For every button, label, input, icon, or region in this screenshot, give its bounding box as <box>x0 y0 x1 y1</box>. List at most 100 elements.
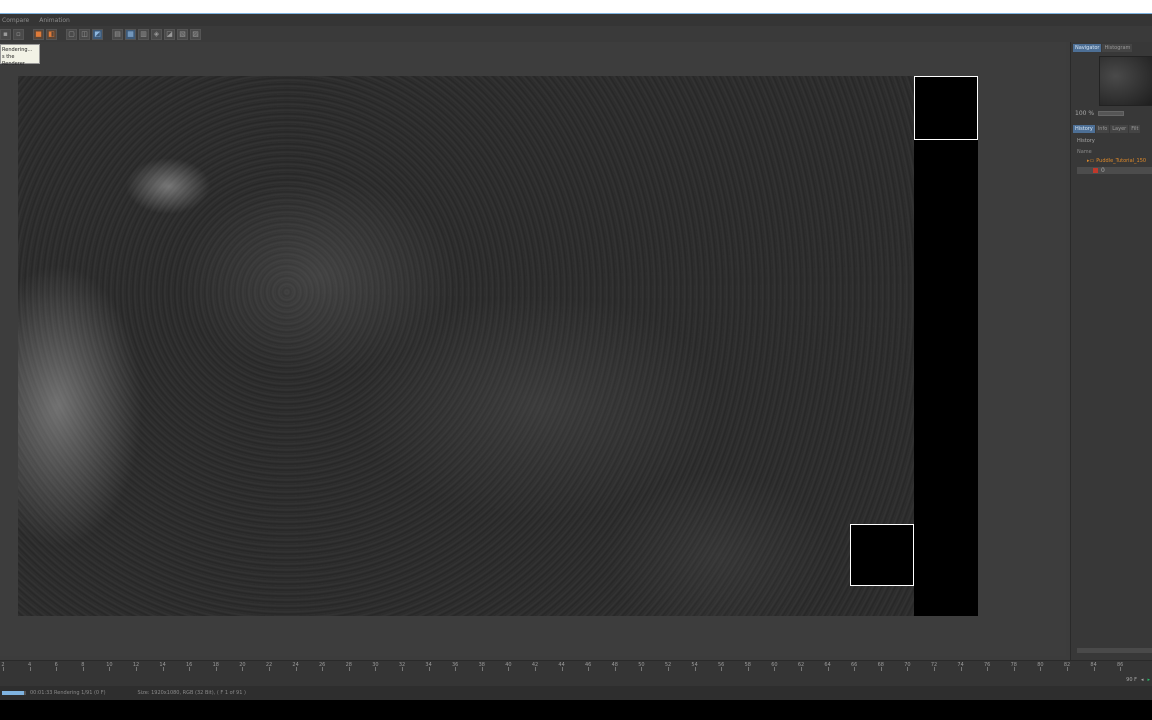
render-region-icon[interactable]: ◧ <box>46 28 57 40</box>
tab-filter[interactable]: Filt <box>1129 125 1141 133</box>
history-item[interactable]: ▸▭ Puddle_Tutorial_150 <box>1077 157 1152 164</box>
compare-icon[interactable]: ◩ <box>92 28 103 40</box>
rendered-image <box>18 76 914 616</box>
timeline-tick-label: 62 <box>797 662 805 668</box>
timeline-tick-label: 38 <box>478 662 485 668</box>
layout-icon[interactable]: ▨ <box>190 28 201 40</box>
timeline-tick-label: 76 <box>984 662 991 668</box>
save-icon[interactable]: ▫ <box>13 28 24 40</box>
timeline-tick-label: 34 <box>425 662 432 668</box>
timeline-tick-label: 84 <box>1090 662 1097 668</box>
timeline-tick-label: 6 <box>54 662 58 668</box>
timeline-tick-label: 64 <box>824 662 831 668</box>
tooltip: Rendering... s the Renderer <box>0 44 40 67</box>
timeline-tick-label: 12 <box>132 662 140 668</box>
panel-scrollbar[interactable] <box>1077 648 1152 653</box>
toolbar: ▪ ▫ ■ ◧ ▢ ◫ ◩ ▤ ▦ ▥ ◈ ◪ ▧ ▨ <box>0 26 1152 42</box>
timeline: 2 4 6 8 10 12 14 16 18 20 22 24 26 28 30 32 34 36 38 40 42 44… <box>0 660 1152 686</box>
timeline-tick-label: 16 <box>186 662 193 668</box>
zoom-value[interactable]: 100 % <box>1075 110 1094 117</box>
history-subitem[interactable]: 0 <box>1077 167 1152 174</box>
timeline-tick-label: 18 <box>212 662 219 668</box>
zoom-row: 100 % <box>1075 110 1125 117</box>
split-view-icon[interactable]: ▥ <box>138 28 149 40</box>
side-panel: Navigator Histogram 100 % History Info L… <box>1070 42 1152 660</box>
snapshot-icon[interactable]: ◫ <box>79 28 90 40</box>
timeline-tick-label: 56 <box>718 662 725 668</box>
timeline-tick-label: 66 <box>851 662 858 668</box>
render-status-icon <box>1093 168 1098 173</box>
tab-histogram[interactable]: Histogram <box>1102 44 1133 52</box>
tab-navigator[interactable]: Navigator <box>1073 44 1102 52</box>
timeline-tick-label: 42 <box>531 662 539 668</box>
menu-bar: Compare Animation <box>0 14 1152 26</box>
region-icon[interactable]: ◪ <box>164 28 175 40</box>
folder-icon: ▸▭ <box>1087 157 1095 164</box>
timeline-tick-label: 58 <box>744 662 751 668</box>
timeline-tick-label: 36 <box>452 662 459 668</box>
timeline-tick-label: 8 <box>81 662 85 668</box>
panel-top-tabs: Navigator Histogram <box>1071 42 1152 54</box>
timeline-ruler[interactable]: 2 4 6 8 10 12 14 16 18 20 22 24 26 28 30 32 34 36 38 40 42 44… <box>0 661 1152 675</box>
timeline-tick-label: 80 <box>1037 662 1044 668</box>
stop-render-icon[interactable]: ■ <box>33 28 44 40</box>
frame-field[interactable]: 90 F <box>1126 677 1137 683</box>
tab-history[interactable]: History <box>1073 125 1095 133</box>
render-bucket-top <box>914 76 978 140</box>
timeline-tick-label: 2 <box>1 662 5 668</box>
history-label: History <box>1077 138 1095 144</box>
history-item-label: Puddle_Tutorial_150 <box>1096 157 1147 164</box>
timeline-tick-label: 70 <box>904 662 911 668</box>
timeline-tick-label: 40 <box>505 662 512 668</box>
copy-icon[interactable]: ▢ <box>66 28 77 40</box>
render-icon[interactable]: ▪ <box>0 28 11 40</box>
timeline-tick-label: 30 <box>372 662 379 668</box>
prev-frame-icon[interactable]: ◂ <box>1141 677 1144 683</box>
tab-info[interactable]: Info <box>1095 125 1110 133</box>
status-bar: 00:01:33 Rendering 1/91 (0 F) Size: 1920… <box>0 686 1152 700</box>
timeline-tick-label: 28 <box>345 662 352 668</box>
timeline-tick-label: 24 <box>292 662 299 668</box>
tab-layer[interactable]: Layer <box>1110 125 1129 133</box>
timeline-tick-label: 44 <box>558 662 565 668</box>
play-icon[interactable]: ▸ <box>1147 677 1150 683</box>
timeline-tick-label: 32 <box>398 662 406 668</box>
render-progress-fill <box>2 691 24 695</box>
timeline-tick-label: 48 <box>611 662 618 668</box>
timeline-tick-label: 68 <box>877 662 884 668</box>
timeline-tick-label: 78 <box>1010 662 1017 668</box>
letterbox-bottom <box>0 700 1152 720</box>
channel-icon[interactable]: ▤ <box>112 28 123 40</box>
lut-icon[interactable]: ▧ <box>177 28 188 40</box>
menu-compare[interactable]: Compare <box>2 17 29 24</box>
timeline-tick-label: 14 <box>159 662 166 668</box>
timeline-tick-label: 86 <box>1117 662 1124 668</box>
timeline-tick-label: 10 <box>106 662 113 668</box>
timeline-tick-label: 60 <box>771 662 778 668</box>
tooltip-line-2: s the Renderer <box>2 54 25 67</box>
column-name-header[interactable]: Name <box>1077 149 1092 155</box>
timeline-tick-label: 26 <box>319 662 326 668</box>
grid-view-icon[interactable]: ▦ <box>125 28 136 40</box>
render-progress-bar <box>2 691 26 695</box>
panel-mid-tabs: History Info Layer Filt <box>1073 125 1141 133</box>
timeline-tick-label: 50 <box>638 662 645 668</box>
history-subitem-label: 0 <box>1101 167 1105 174</box>
timeline-tick-label: 74 <box>957 662 964 668</box>
timeline-tick-label: 52 <box>664 662 672 668</box>
render-canvas[interactable] <box>18 76 978 616</box>
timeline-tick-label: 46 <box>585 662 592 668</box>
menu-animation[interactable]: Animation <box>39 17 70 24</box>
timeline-tick-label: 4 <box>28 662 32 668</box>
timeline-tick-label: 82 <box>1063 662 1071 668</box>
navigator-thumbnail[interactable] <box>1099 56 1152 106</box>
zoom-slider[interactable] <box>1098 111 1125 116</box>
render-bucket-bottom <box>850 524 914 586</box>
timeline-tick-label: 72 <box>930 662 938 668</box>
tooltip-line-1: Rendering... <box>2 47 33 53</box>
filter-icon[interactable]: ◈ <box>151 28 162 40</box>
timeline-controls: 90 F ◂ ▸ <box>1126 677 1150 683</box>
timeline-tick-label: 22 <box>265 662 273 668</box>
image-size-status: Size: 1920x1080, RGB (32 Bit), ( F 1 of … <box>137 690 246 696</box>
window-title-bar <box>0 0 1152 14</box>
